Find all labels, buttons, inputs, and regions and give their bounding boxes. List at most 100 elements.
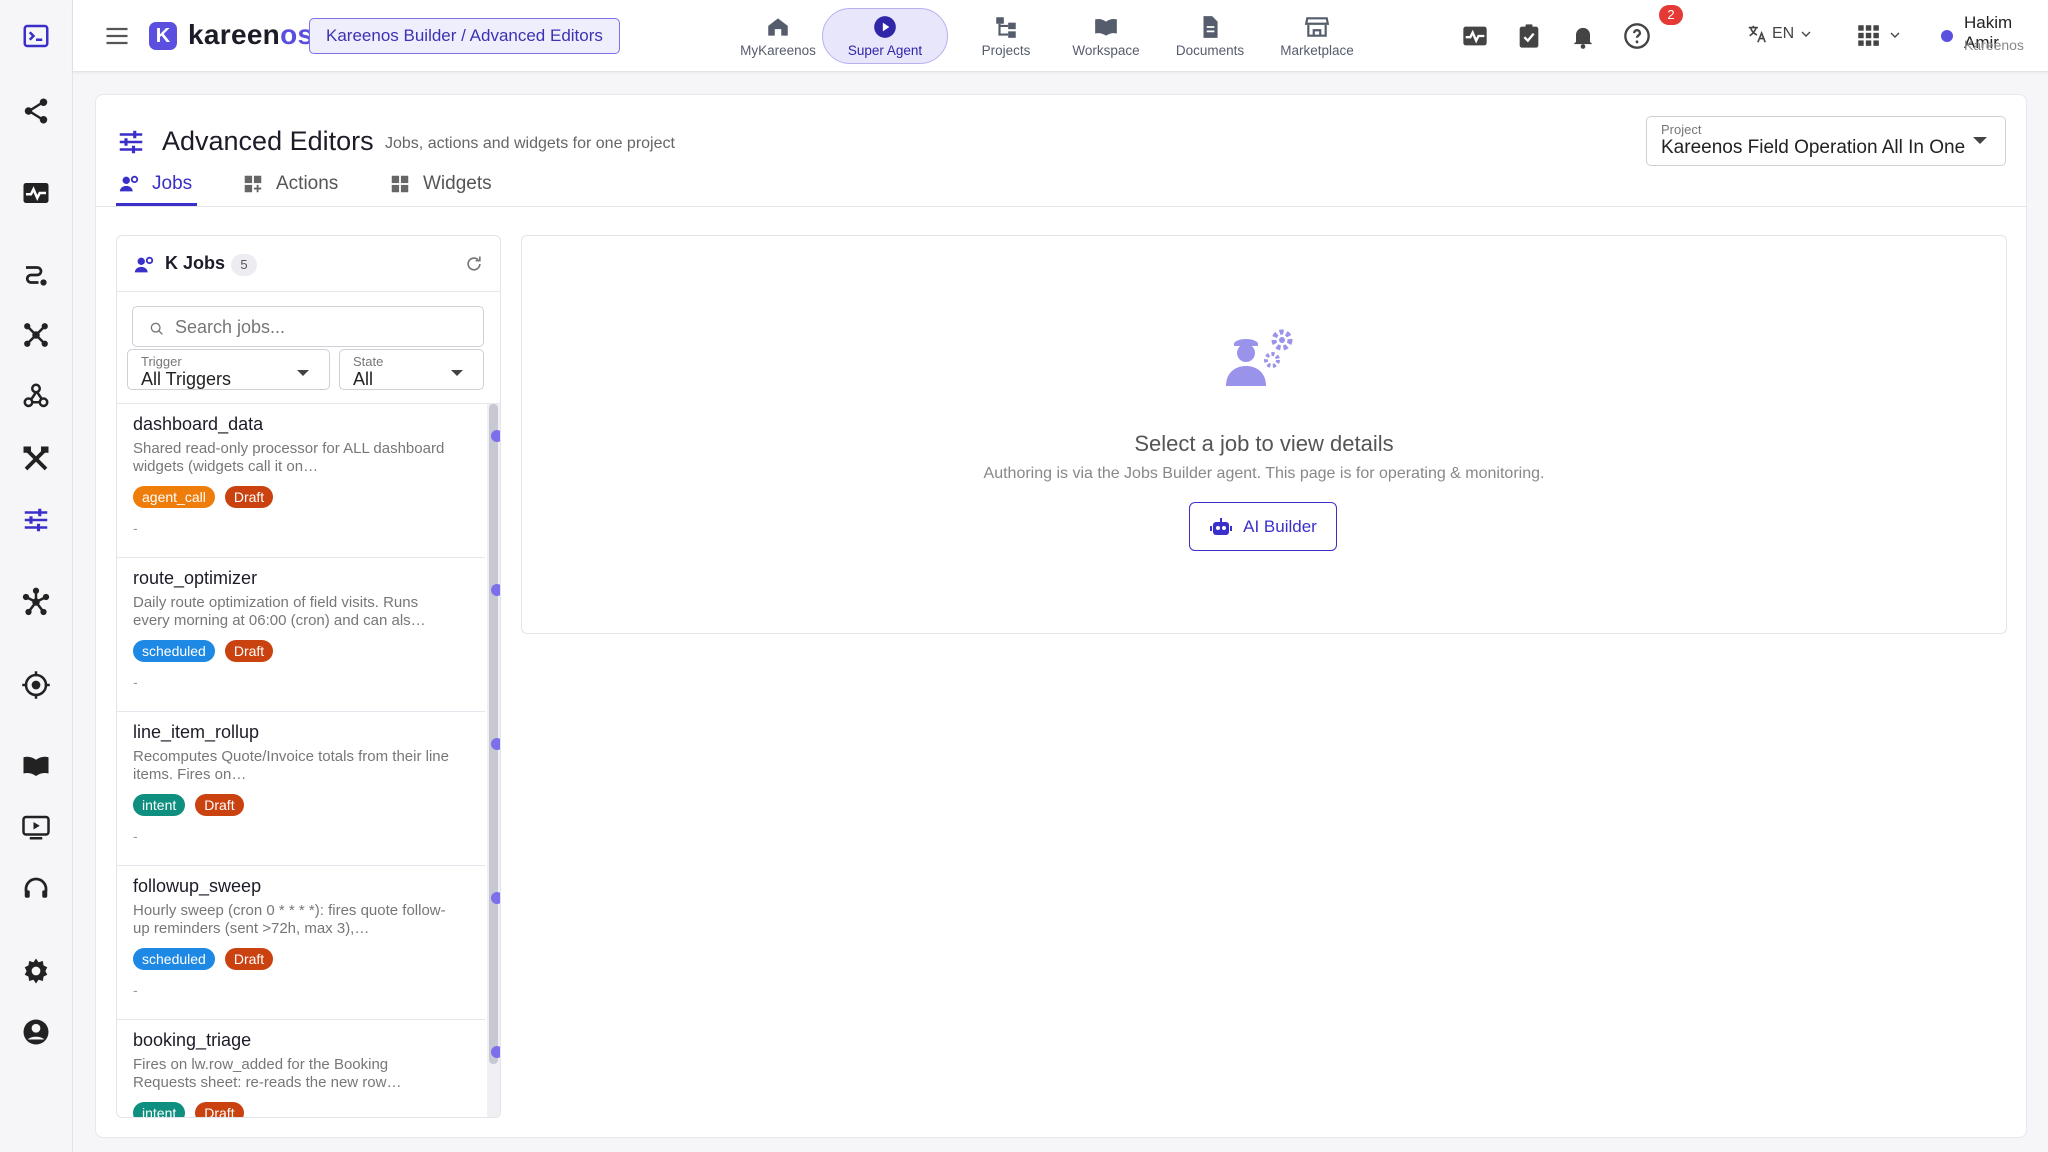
dropdown-arrow-icon [1973, 137, 1987, 144]
chevron-down-icon [1801, 31, 1811, 37]
search-jobs-input[interactable] [175, 315, 475, 339]
job-meta: - [133, 828, 138, 844]
tab-actions[interactable]: Actions [242, 173, 338, 195]
tab-bar: Jobs Actions Widgets [96, 165, 2026, 207]
bell-icon[interactable] [1567, 20, 1599, 52]
settings-icon[interactable] [18, 953, 54, 989]
hub-icon[interactable] [18, 584, 54, 620]
job-name: dashboard_data [133, 414, 264, 434]
jobs-count-badge: 5 [231, 254, 257, 276]
list-item[interactable]: route_optimizer Daily route optimization… [117, 558, 500, 712]
tasks-icon[interactable] [1513, 20, 1545, 52]
sliders-icon[interactable] [18, 502, 54, 538]
trigger-select[interactable]: Trigger All Triggers [127, 349, 330, 390]
empty-state-title: Select a job to view details [1134, 431, 1394, 456]
status-badge: Draft [224, 640, 274, 662]
target-icon[interactable] [18, 667, 54, 703]
widget-add-icon [244, 175, 262, 193]
nav-super-agent[interactable]: Super Agent [822, 8, 948, 64]
nav-projects[interactable]: Projects [951, 8, 1061, 64]
help-icon[interactable] [1621, 20, 1653, 52]
breadcrumb[interactable]: Kareenos Builder / Advanced Editors [309, 18, 620, 54]
avatar[interactable] [1941, 30, 1953, 42]
book-open-icon[interactable] [18, 748, 54, 784]
monitor-pulse-icon[interactable] [18, 175, 54, 211]
job-meta: - [133, 674, 138, 690]
ai-builder-button[interactable]: AI Builder [1189, 502, 1337, 551]
list-item[interactable]: dashboard_data Shared read-only processo… [117, 404, 500, 558]
video-icon[interactable] [18, 809, 54, 845]
status-badge: Draft [224, 948, 274, 970]
refresh-icon[interactable] [464, 254, 484, 274]
chevron-down-icon [1890, 32, 1900, 38]
scrollbar-thumb[interactable] [489, 404, 498, 1064]
job-description: Hourly sweep (cron 0 * * * *): fires quo… [133, 902, 446, 937]
sliders-icon [119, 130, 143, 154]
language-select[interactable]: EN [1746, 23, 1814, 45]
logo[interactable]: K [149, 22, 177, 50]
job-description: Recomputes Quote/Invoice totals from the… [133, 748, 449, 783]
status-badge: Draft [224, 486, 274, 508]
engineer-icon [119, 175, 139, 192]
play-circle-icon [874, 16, 896, 38]
trigger-badge: scheduled [133, 948, 215, 970]
trigger-badge: scheduled [133, 640, 215, 662]
state-label: State [353, 354, 384, 369]
apps-menu[interactable] [1855, 22, 1903, 48]
status-dot [491, 738, 500, 750]
tools-icon[interactable] [18, 441, 54, 477]
search-jobs-field[interactable] [132, 306, 484, 347]
nav-documents[interactable]: Documents [1156, 8, 1264, 64]
project-select[interactable]: Project Kareenos Field Operation All In … [1646, 116, 2006, 166]
job-description: Shared read-only processor for ALL dashb… [133, 440, 445, 475]
jobs-panel: K Jobs 5 Trigger All Triggers State All … [116, 235, 501, 1118]
trigger-value: All Triggers [141, 369, 232, 389]
nav-marketplace[interactable]: Marketplace [1259, 8, 1375, 64]
search-icon [150, 322, 163, 335]
status-dot [491, 1046, 500, 1058]
jobs-list: dashboard_data Shared read-only processo… [117, 403, 500, 1117]
user-org: Kareenos [1964, 37, 2024, 53]
tab-jobs[interactable]: Jobs [118, 173, 192, 195]
dropdown-arrow-icon [451, 370, 463, 376]
headset-icon[interactable] [18, 871, 54, 907]
widgets-icon [391, 175, 409, 193]
left-rail [0, 0, 73, 1152]
job-name: followup_sweep [133, 876, 262, 896]
engineer-icon [134, 256, 154, 273]
tab-widgets[interactable]: Widgets [389, 173, 492, 195]
job-detail-panel: Select a job to view details Authoring i… [521, 235, 2007, 634]
network-icon[interactable] [18, 317, 54, 353]
dropdown-arrow-icon [297, 370, 309, 376]
job-meta: - [133, 982, 138, 998]
list-item[interactable]: line_item_rollup Recomputes Quote/Invoic… [117, 712, 500, 866]
grid-icon [1858, 25, 1879, 46]
notification-badge: 2 [1659, 5, 1683, 25]
page-subtitle: Jobs, actions and widgets for one projec… [385, 135, 675, 152]
webhook-icon[interactable] [18, 378, 54, 414]
top-bar: K kareenos Kareenos Builder / Advanced E… [73, 0, 2048, 72]
job-name: booking_triage [133, 1030, 252, 1050]
status-dot [491, 584, 500, 596]
nav-workspace[interactable]: Workspace [1048, 8, 1164, 64]
status-badge: Draft [195, 1102, 244, 1117]
advanced-editors-page: Advanced Editors Jobs, actions and widge… [95, 94, 2027, 1138]
share-icon[interactable] [18, 93, 54, 129]
robot-icon [1210, 517, 1233, 535]
state-value: All [353, 369, 374, 389]
list-item[interactable]: followup_sweep Hourly sweep (cron 0 * * … [117, 866, 500, 1020]
empty-state-subtitle: Authoring is via the Jobs Builder agent.… [983, 465, 1545, 482]
brand-name[interactable]: kareenos [188, 19, 313, 51]
flow-icon[interactable] [18, 257, 54, 293]
nav-mykareenos[interactable]: MyKareenos [718, 8, 838, 64]
activity-icon[interactable] [1459, 20, 1491, 52]
menu-icon[interactable] [103, 22, 131, 50]
console-icon[interactable] [18, 18, 54, 54]
project-label: Project [1661, 122, 1702, 137]
document-icon [1203, 16, 1218, 38]
account-icon[interactable] [18, 1014, 54, 1050]
book-icon [1095, 18, 1117, 36]
state-select[interactable]: State All [339, 349, 484, 390]
trigger-badge: intent [133, 1102, 186, 1117]
list-item[interactable]: booking_triage Fires on lw.row_added for… [117, 1020, 500, 1117]
